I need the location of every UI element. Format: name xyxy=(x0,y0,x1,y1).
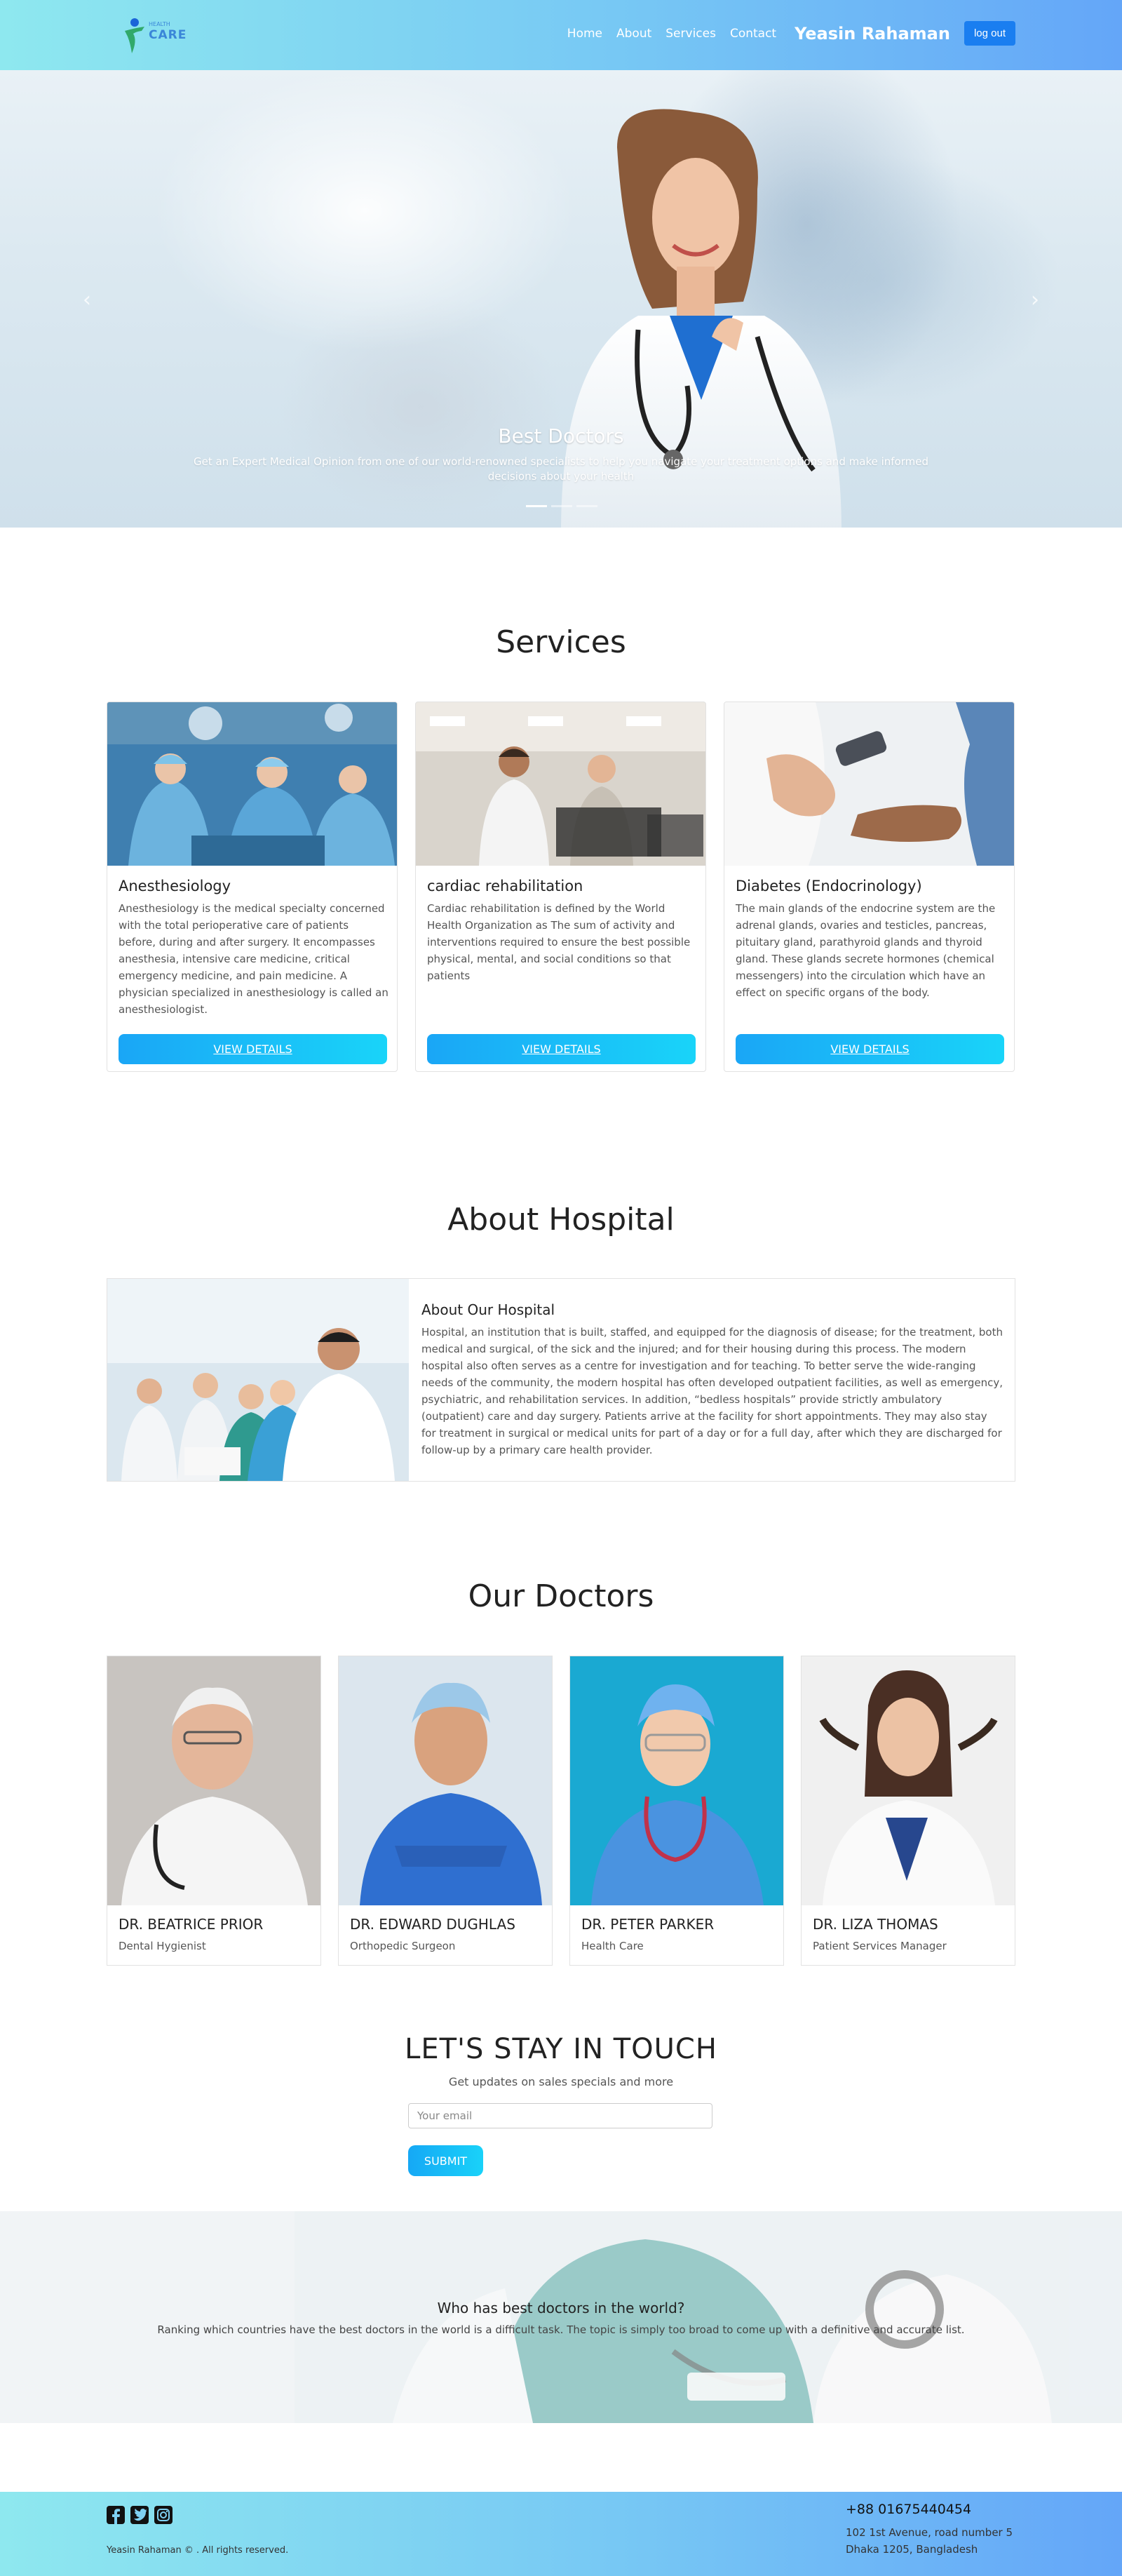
doctor-name: DR. BEATRICE PRIOR xyxy=(119,1916,264,1933)
service-description: Anesthesiology is the medical specialty … xyxy=(119,902,388,1016)
service-name: Diabetes (Endocrinology) xyxy=(736,878,922,894)
doctor-card: DR. BEATRICE PRIOR Dental Hygienist xyxy=(107,1656,321,1966)
nav-link-contact[interactable]: Contact xyxy=(730,27,776,41)
email-input[interactable] xyxy=(408,2103,712,2128)
view-details-button[interactable]: VIEW DETAILS xyxy=(427,1034,696,1064)
facebook-icon[interactable] xyxy=(107,2506,125,2524)
doctor-photo xyxy=(107,1656,320,1905)
doctor-card: DR. EDWARD DUGHLAS Orthopedic Surgeon xyxy=(338,1656,553,1966)
instagram-icon[interactable] xyxy=(154,2506,173,2524)
copyright: Yeasin Rahaman © . All rights reserved. xyxy=(107,2545,289,2556)
newsletter-subtitle: Get updates on sales specials and more xyxy=(448,2075,674,2088)
doctor-role: Orthopedic Surgeon xyxy=(350,1940,456,1952)
doctor-name: DR. LIZA THOMAS xyxy=(813,1916,938,1933)
info-banner: Who has best doctors in the world? Ranki… xyxy=(0,2211,1122,2423)
carousel-indicators xyxy=(526,505,597,507)
address: 102 1st Avenue, road number 5 Dhaka 1205… xyxy=(846,2524,1013,2558)
service-description: Cardiac rehabilitation is defined by the… xyxy=(427,902,691,982)
phone-number: +88 01675440454 xyxy=(846,2502,972,2517)
about-card: About Our Hospital Hospital, an institut… xyxy=(107,1278,1015,1482)
hero-text: Get an Expert Medical Opinion from one o… xyxy=(193,455,929,483)
doctor-name: DR. EDWARD DUGHLAS xyxy=(350,1916,515,1933)
twitter-icon[interactable] xyxy=(130,2506,149,2524)
nav-links: Home About Services Contact Yeasin Raham… xyxy=(567,21,1015,46)
newsletter-title: LET'S STAY IN TOUCH xyxy=(405,2033,717,2065)
services-title: Services xyxy=(496,624,626,660)
view-details-button[interactable]: VIEW DETAILS xyxy=(119,1034,387,1064)
about-title: About Hospital xyxy=(447,1202,675,1237)
banner-title: Who has best doctors in the world? xyxy=(437,2300,685,2316)
service-image-anesthesiology xyxy=(107,702,397,866)
doctor-role: Dental Hygienist xyxy=(119,1940,206,1952)
doctors-title: Our Doctors xyxy=(468,1578,654,1614)
service-card: Anesthesiology Anesthesiology is the med… xyxy=(107,702,398,1072)
hero-title: Best Doctors xyxy=(498,424,624,448)
service-name: Anesthesiology xyxy=(119,878,231,894)
service-image-diabetes xyxy=(724,702,1014,866)
about-image xyxy=(107,1279,409,1481)
service-image-cardiac-rehabilitation xyxy=(416,702,705,866)
chevron-right-icon[interactable]: › xyxy=(1031,288,1039,312)
service-card: cardiac rehabilitation Cardiac rehabilit… xyxy=(415,702,706,1072)
carousel-indicator[interactable] xyxy=(551,505,572,507)
banner-text: Ranking which countries have the best do… xyxy=(157,2323,965,2336)
doctor-photo xyxy=(570,1656,783,1905)
address-line: Dhaka 1205, Bangladesh xyxy=(846,2543,978,2556)
carousel-indicator[interactable] xyxy=(526,505,547,507)
address-line: 102 1st Avenue, road number 5 xyxy=(846,2526,1013,2539)
logo-subtext: HEALTH xyxy=(149,21,170,27)
navbar: HEALTH CARE Home About Services Contact … xyxy=(0,0,1122,70)
nav-link-services[interactable]: Services xyxy=(665,27,716,41)
about-heading: About Our Hospital xyxy=(421,1301,555,1318)
carousel-indicator[interactable] xyxy=(576,505,597,507)
banner-overlay xyxy=(0,2211,1122,2423)
service-description: The main glands of the endocrine system … xyxy=(736,902,996,999)
nav-link-home[interactable]: Home xyxy=(567,27,602,41)
user-name: Yeasin Rahaman xyxy=(795,23,950,43)
doctor-photo xyxy=(339,1656,552,1905)
logo-text: CARE xyxy=(149,28,187,42)
about-text: Hospital, an institution that is built, … xyxy=(421,1326,1003,1456)
doctor-role: Health Care xyxy=(581,1940,644,1952)
hero-carousel: ‹ › Best Doctors Get an Expert Medical O… xyxy=(0,70,1122,528)
doctor-name: DR. PETER PARKER xyxy=(581,1916,715,1933)
doctor-card: DR. PETER PARKER Health Care xyxy=(569,1656,784,1966)
footer: Yeasin Rahaman © . All rights reserved. … xyxy=(0,2492,1122,2576)
logout-button[interactable]: log out xyxy=(964,21,1015,46)
submit-button[interactable]: SUBMIT xyxy=(408,2145,483,2176)
doctor-photo xyxy=(802,1656,1015,1905)
service-name: cardiac rehabilitation xyxy=(427,878,583,894)
service-card: Diabetes (Endocrinology) The main glands… xyxy=(724,702,1015,1072)
doctor-role: Patient Services Manager xyxy=(813,1940,947,1952)
view-details-button[interactable]: VIEW DETAILS xyxy=(736,1034,1004,1064)
social-links xyxy=(107,2506,173,2524)
hero-caption: Best Doctors Get an Expert Medical Opini… xyxy=(0,424,1122,484)
nav-link-about[interactable]: About xyxy=(616,27,651,41)
doctor-card: DR. LIZA THOMAS Patient Services Manager xyxy=(801,1656,1015,1966)
chevron-left-icon[interactable]: ‹ xyxy=(83,288,91,312)
